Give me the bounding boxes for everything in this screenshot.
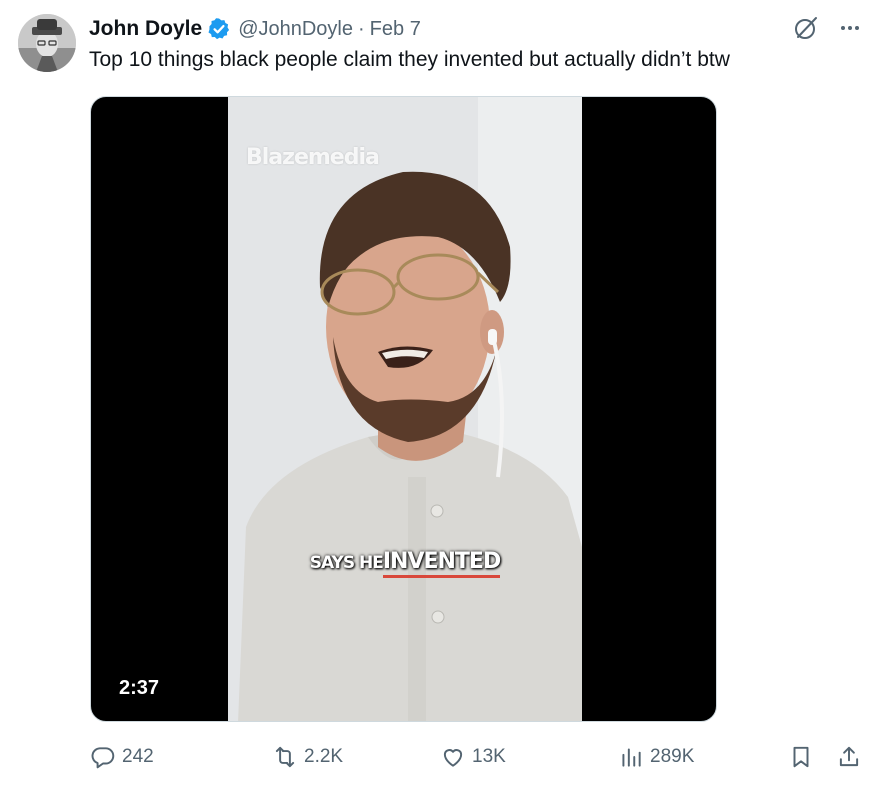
- repost-count: 2.2K: [304, 746, 344, 767]
- grok-icon[interactable]: [792, 14, 820, 42]
- action-bar: 242 2.2K 13K 289K: [90, 740, 864, 774]
- reply-count: 242: [122, 746, 154, 767]
- display-name[interactable]: John Doyle: [89, 17, 202, 41]
- caption-highlight-text: INVENTED: [382, 549, 501, 578]
- video-player[interactable]: Blazemedia SAYS HEINVENTED 2:37: [90, 96, 717, 722]
- handle[interactable]: @JohnDoyle: [238, 18, 353, 41]
- tweet: John Doyle @JohnDoyle · Feb 7 Top 10 thi: [0, 0, 884, 788]
- tweet-header: John Doyle @JohnDoyle · Feb 7: [89, 14, 421, 44]
- more-icon[interactable]: [836, 14, 864, 42]
- heart-icon: [443, 749, 463, 767]
- video-frame: Blazemedia SAYS HEINVENTED: [228, 97, 582, 721]
- tweet-text: Top 10 things black people claim they in…: [89, 48, 730, 71]
- video-still-image: [228, 97, 582, 721]
- reply-button[interactable]: 242: [90, 740, 154, 774]
- bookmark-icon: [793, 746, 809, 768]
- separator-dot: ·: [358, 17, 365, 40]
- views-button[interactable]: 289K: [618, 740, 694, 774]
- verified-badge-icon: [207, 17, 231, 41]
- avatar-image: [18, 14, 76, 72]
- video-caption: SAYS HEINVENTED: [228, 549, 582, 578]
- repost-icon: [275, 746, 295, 768]
- like-button[interactable]: 13K: [440, 740, 506, 774]
- bookmark-button[interactable]: [788, 740, 814, 774]
- avatar[interactable]: [18, 14, 76, 72]
- top-right-controls: [792, 14, 864, 42]
- blazemedia-watermark: Blazemedia: [246, 145, 380, 170]
- repost-button[interactable]: 2.2K: [272, 740, 343, 774]
- like-count: 13K: [472, 746, 506, 767]
- post-date[interactable]: Feb 7: [370, 18, 421, 41]
- share-button[interactable]: [836, 740, 862, 774]
- caption-small-text: SAYS HE: [309, 553, 384, 573]
- views-count: 289K: [650, 746, 695, 767]
- share-icon: [839, 746, 859, 767]
- views-chart-icon: [622, 748, 641, 767]
- video-duration: 2:37: [119, 677, 160, 699]
- reply-icon: [91, 747, 115, 769]
